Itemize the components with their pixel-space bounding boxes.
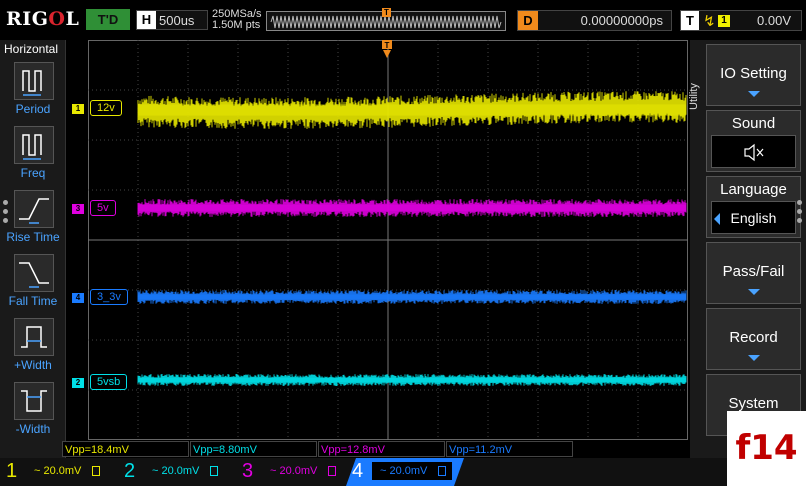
memory-trigger-marker: T — [382, 8, 391, 17]
ch2-scale: ~ 20.0mV — [144, 462, 222, 480]
language-value-box: English — [711, 201, 796, 234]
ch1-status[interactable]: 1 ~ 20.0mV — [0, 458, 112, 486]
ch1-scale: ~ 20.0mV — [26, 462, 104, 480]
pass-fail-label: Pass/Fail — [722, 263, 785, 280]
ch1-ground-marker[interactable]: 1 — [72, 104, 84, 114]
measure-pos-width[interactable]: +Width — [0, 318, 66, 380]
top-status-bar: RIGOL T'D H 500us 250MSa/s 1.50M pts T D… — [0, 0, 806, 40]
ch4-label: 3_3v — [90, 289, 128, 305]
record-label: Record — [729, 329, 778, 346]
ch3-vpp-readout[interactable]: Vpp=12.8mV — [318, 441, 445, 457]
ch2-label: 5vsb — [90, 374, 128, 390]
bandwidth-icon — [438, 466, 446, 476]
ch4-vpp-readout[interactable]: Vpp=11.2mV — [446, 441, 573, 457]
sound-value-box — [711, 135, 796, 168]
timebase-label: H — [137, 11, 156, 29]
speaker-muted-icon — [744, 143, 764, 162]
ch2-trace-core — [138, 377, 686, 383]
rigol-logo: RIGOL — [6, 8, 80, 30]
sound-button[interactable]: Sound — [706, 110, 801, 172]
neg-width-label: -Width — [15, 422, 51, 436]
sound-label: Sound — [731, 115, 776, 132]
freq-icon — [14, 126, 54, 164]
delay-display[interactable]: D 0.00000000ps — [517, 10, 672, 31]
io-setting-button[interactable]: IO Setting — [706, 44, 801, 106]
graticule — [88, 40, 688, 440]
horizontal-measure-panel: Horizontal Period Freq Rise Time Fall Ti… — [0, 40, 66, 460]
bandwidth-icon — [92, 466, 100, 476]
ch3-scale: ~ 20.0mV — [262, 462, 340, 480]
rise-time-icon — [14, 190, 54, 228]
ch1-trace-core — [138, 104, 686, 116]
ch4-ground-marker[interactable]: 4 — [72, 293, 84, 303]
freq-label: Freq — [20, 166, 46, 180]
panel-title: Horizontal — [4, 42, 59, 56]
ch1-vpp-readout[interactable]: Vpp=18.4mV — [62, 441, 189, 457]
chevron-down-icon — [748, 289, 760, 295]
record-button[interactable]: Record — [706, 308, 801, 370]
measure-fall-time[interactable]: Fall Time — [0, 254, 66, 316]
timebase-value: 500us — [159, 13, 195, 28]
svg-text:T: T — [385, 41, 390, 50]
trigger-source: 1 — [718, 15, 730, 27]
trigger-display[interactable]: T ↯ 1 0.00V — [680, 10, 802, 31]
ch4-scale-value: 20.0mV — [389, 465, 428, 477]
trigger-level: 0.00V — [757, 13, 791, 28]
image-tag: f14 — [727, 411, 806, 486]
ch2-ground-marker[interactable]: 2 — [72, 378, 84, 388]
fall-time-label: Fall Time — [8, 294, 58, 308]
language-label: Language — [720, 181, 787, 198]
ch2-scale-value: 20.0mV — [161, 465, 200, 477]
bandwidth-icon — [328, 466, 336, 476]
ch4-status[interactable]: 4 ~ 20.0mV — [346, 458, 464, 486]
fall-time-icon — [14, 254, 54, 292]
ch3-status[interactable]: 3 ~ 20.0mV — [236, 458, 348, 486]
trigger-position-marker[interactable]: T — [382, 40, 392, 59]
system-label: System — [728, 395, 779, 412]
rising-edge-icon: ↯ — [703, 13, 716, 30]
ch3-label: 5v — [90, 200, 116, 216]
ch1-label: 12v — [90, 100, 122, 116]
chevron-down-icon — [748, 91, 760, 97]
run-status-badge[interactable]: T'D — [86, 9, 130, 30]
timebase-display[interactable]: H 500us — [136, 10, 208, 30]
period-icon — [14, 62, 54, 100]
ch4-number: 4 — [352, 460, 364, 482]
ch4-trace-core — [138, 294, 686, 300]
period-label: Period — [15, 102, 51, 116]
ch3-ground-marker[interactable]: 3 — [72, 204, 84, 214]
bandwidth-icon — [210, 466, 218, 476]
measure-freq[interactable]: Freq — [0, 126, 66, 188]
waveform-display[interactable] — [88, 40, 688, 440]
io-setting-label: IO Setting — [720, 65, 787, 82]
delay-value: 0.00000000ps — [580, 13, 663, 28]
pos-width-label: +Width — [14, 358, 52, 372]
chevron-down-icon — [748, 355, 760, 361]
language-button[interactable]: Language English — [706, 176, 801, 238]
ch2-number: 2 — [124, 460, 136, 482]
ch3-trace-core — [138, 204, 686, 212]
delay-label: D — [518, 11, 538, 30]
measure-period[interactable]: Period — [0, 62, 66, 124]
menu-title: Utility — [688, 83, 700, 110]
acquisition-info: 250MSa/s 1.50M pts — [212, 9, 262, 31]
ch1-scale-value: 20.0mV — [43, 465, 82, 477]
ch1-number: 1 — [6, 460, 18, 482]
ch4-scale: ~ 20.0mV — [372, 462, 450, 480]
pos-width-icon — [14, 318, 54, 356]
rise-time-label: Rise Time — [6, 230, 60, 244]
left-scroll-indicator[interactable] — [3, 200, 9, 227]
trigger-label: T — [681, 11, 699, 30]
language-value: English — [730, 210, 777, 226]
right-scroll-indicator[interactable] — [797, 200, 803, 227]
memory-depth: 1.50M pts — [212, 19, 261, 31]
ch2-status[interactable]: 2 ~ 20.0mV — [118, 458, 230, 486]
measure-neg-width[interactable]: -Width — [0, 382, 66, 444]
ch2-vpp-readout[interactable]: Vpp=8.80mV — [190, 441, 317, 457]
ch3-number: 3 — [242, 460, 254, 482]
ch3-scale-value: 20.0mV — [279, 465, 318, 477]
pass-fail-button[interactable]: Pass/Fail — [706, 242, 801, 304]
measure-rise-time[interactable]: Rise Time — [0, 190, 66, 252]
neg-width-icon — [14, 382, 54, 420]
